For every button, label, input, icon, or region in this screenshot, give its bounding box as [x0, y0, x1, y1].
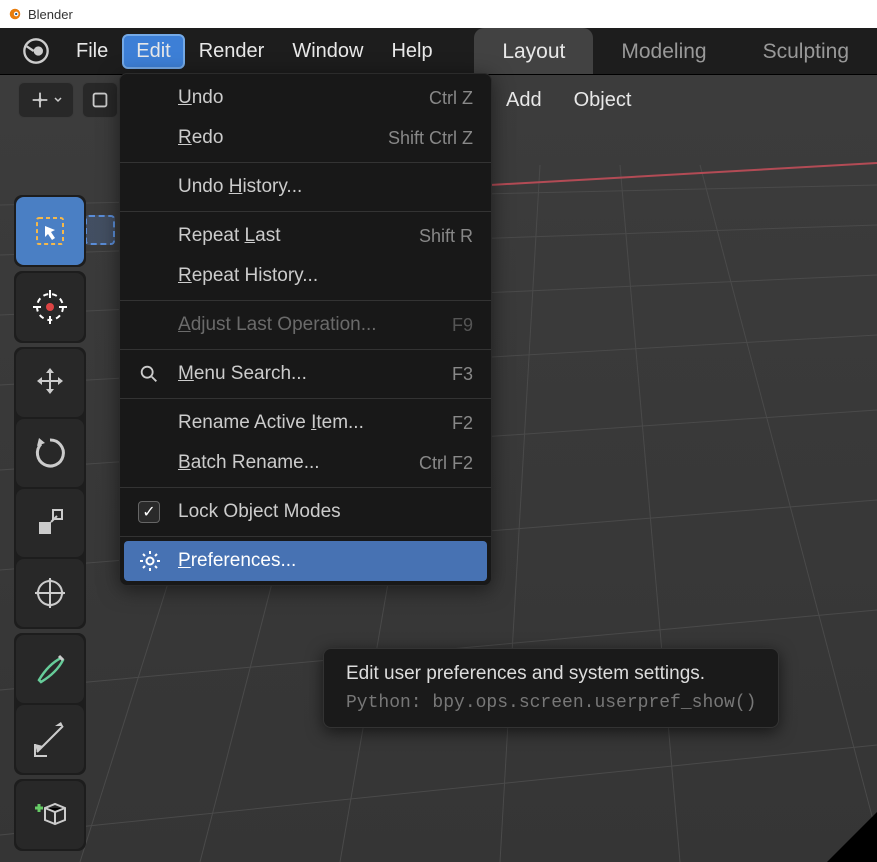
- tool-measure[interactable]: [16, 705, 84, 773]
- menu-item-repeat-last[interactable]: Repeat LastShift R: [120, 216, 491, 256]
- menu-item-label: Lock Object Modes: [178, 501, 473, 523]
- edit-dropdown-menu: UndoCtrl ZRedoShift Ctrl ZUndo History..…: [119, 73, 492, 586]
- tool-toolbar: [14, 195, 86, 851]
- menu-item-shortcut: Ctrl F2: [419, 453, 473, 474]
- menu-item-shortcut: F3: [452, 364, 473, 385]
- cursor-icon: [31, 288, 69, 326]
- search-icon: [138, 363, 160, 385]
- menu-help[interactable]: Help: [377, 34, 446, 69]
- menu-item-label: Preferences...: [178, 550, 473, 572]
- tool-move[interactable]: [16, 349, 84, 417]
- pivot-icon: [29, 89, 51, 111]
- menu-edit[interactable]: Edit: [122, 34, 184, 69]
- gear-icon: [138, 549, 162, 573]
- menu-item-label: Menu Search...: [178, 363, 452, 385]
- menu-item-menu-search[interactable]: Menu Search...F3: [120, 354, 491, 394]
- menu-item-label: Undo: [178, 87, 429, 109]
- menu-item-repeat-history[interactable]: Repeat History...: [120, 256, 491, 296]
- measure-icon: [31, 720, 69, 758]
- chevron-down-icon: [53, 95, 63, 105]
- workspace-tabs: LayoutModelingSculpting: [474, 28, 877, 74]
- move-icon: [31, 364, 69, 402]
- object-mode-icon: [89, 89, 111, 111]
- workspace-tab-layout[interactable]: Layout: [474, 28, 593, 74]
- menu-item-rename-active-item[interactable]: Rename Active Item...F2: [120, 403, 491, 443]
- menu-item-shortcut: Shift R: [419, 226, 473, 247]
- menu-item-preferences[interactable]: Preferences...: [124, 541, 487, 581]
- menu-item-label: Repeat Last: [178, 225, 419, 247]
- checkbox-icon: [138, 501, 160, 523]
- workspace-tab-modeling[interactable]: Modeling: [593, 28, 734, 74]
- blender-icon: [8, 7, 22, 21]
- tool-transform[interactable]: [16, 559, 84, 627]
- header-add[interactable]: Add: [506, 89, 542, 112]
- menu-item-label: Rename Active Item...: [178, 412, 452, 434]
- menu-item-batch-rename[interactable]: Batch Rename...Ctrl F2: [120, 443, 491, 483]
- menu-item-adjust-last-operation: Adjust Last Operation...F9: [120, 305, 491, 345]
- area-split-corner[interactable]: [827, 812, 877, 862]
- menu-item-label: Batch Rename...: [178, 452, 419, 474]
- menu-item-undo[interactable]: UndoCtrl Z: [120, 78, 491, 118]
- transform-icon: [31, 574, 69, 612]
- tooltip-python: Python: bpy.ops.screen.userpref_show(): [346, 693, 756, 713]
- blender-logo-icon: [22, 37, 50, 65]
- workspace-tab-sculpting[interactable]: Sculpting: [735, 28, 877, 74]
- annotate-icon: [31, 650, 69, 688]
- menu-item-label: Adjust Last Operation...: [178, 314, 452, 336]
- menu-item-redo[interactable]: RedoShift Ctrl Z: [120, 118, 491, 158]
- menu-file[interactable]: File: [62, 34, 122, 69]
- tool-annotate[interactable]: [16, 635, 84, 703]
- menu-item-shortcut: F2: [452, 413, 473, 434]
- tooltip-description: Edit user preferences and system setting…: [346, 663, 756, 685]
- menu-item-label: Repeat History...: [178, 265, 473, 287]
- scale-icon: [31, 504, 69, 542]
- tool-scale[interactable]: [16, 489, 84, 557]
- tool-add-cube[interactable]: [16, 781, 84, 849]
- menu-item-undo-history[interactable]: Undo History...: [120, 167, 491, 207]
- menu-render[interactable]: Render: [185, 34, 279, 69]
- window-titlebar: Blender: [0, 0, 877, 28]
- tooltip: Edit user preferences and system setting…: [323, 648, 779, 728]
- rotate-icon: [31, 434, 69, 472]
- menu-item-shortcut: F9: [452, 315, 473, 336]
- tool-rotate[interactable]: [16, 419, 84, 487]
- menu-item-shortcut: Shift Ctrl Z: [388, 128, 473, 149]
- menu-item-lock-object-modes[interactable]: Lock Object Modes: [120, 492, 491, 532]
- header-object[interactable]: Object: [574, 89, 632, 112]
- mode-button[interactable]: [82, 82, 118, 118]
- add-cube-icon: [31, 796, 69, 834]
- menu-item-shortcut: Ctrl Z: [429, 88, 473, 109]
- selection-marquee-icon: [85, 215, 115, 245]
- select-box-icon: [31, 212, 69, 250]
- tool-select-box[interactable]: [16, 197, 84, 265]
- menu-window[interactable]: Window: [278, 34, 377, 69]
- pivot-dropdown[interactable]: [18, 82, 74, 118]
- menu-item-label: Undo History...: [178, 176, 473, 198]
- tool-cursor[interactable]: [16, 273, 84, 341]
- menu-item-label: Redo: [178, 127, 388, 149]
- top-menubar: FileEditRenderWindowHelp LayoutModelingS…: [0, 28, 877, 75]
- window-title: Blender: [28, 7, 73, 22]
